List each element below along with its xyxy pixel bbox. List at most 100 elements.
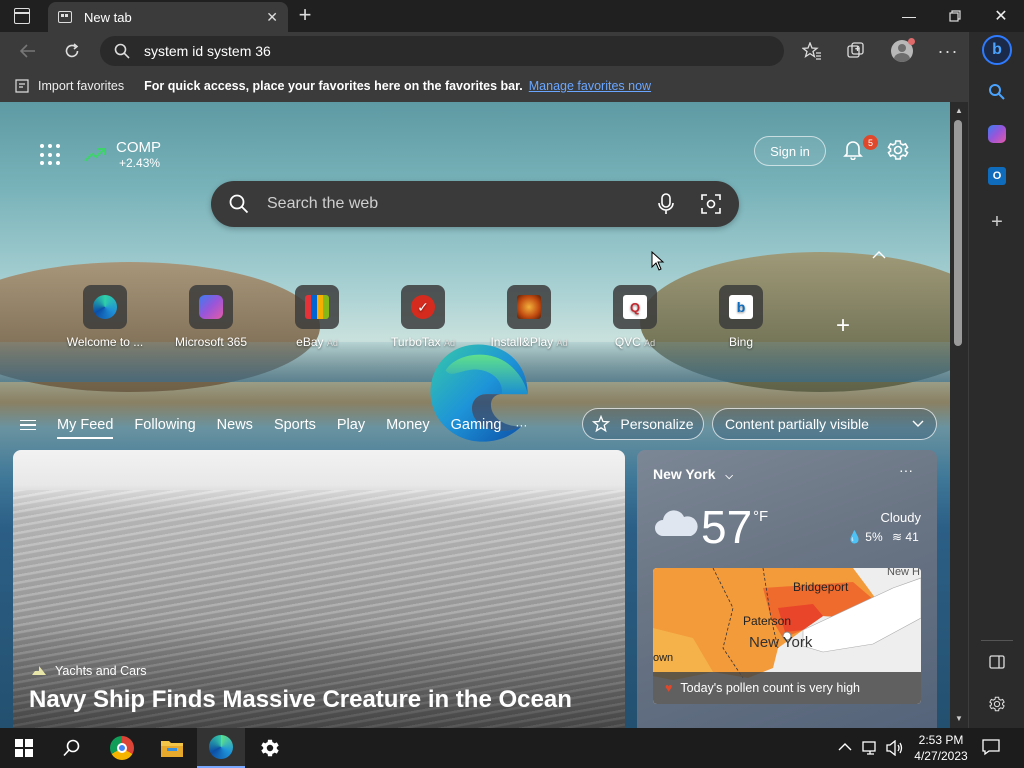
- news-card[interactable]: Yachts and Cars Navy Ship Finds Massive …: [13, 450, 625, 728]
- quick-link-tile: [189, 285, 233, 329]
- quick-link-tile: [295, 285, 339, 329]
- weather-more-options-icon[interactable]: ···: [899, 462, 913, 478]
- news-headline[interactable]: Navy Ship Finds Massive Creature in the …: [29, 686, 572, 714]
- map-label-new-h: New H: [887, 568, 921, 578]
- ebay-bag-icon: [305, 295, 329, 319]
- weather-precip: 5%: [865, 530, 883, 544]
- map-label-bridgeport: Bridgeport: [793, 580, 849, 594]
- import-favorites-button[interactable]: Import favorites: [14, 79, 124, 93]
- microphone-icon[interactable]: [657, 193, 675, 215]
- start-button[interactable]: [0, 728, 48, 768]
- ad-label: Ad: [644, 338, 656, 348]
- manage-favorites-link[interactable]: Manage favorites now: [529, 79, 651, 93]
- import-favorites-label: Import favorites: [38, 79, 125, 93]
- quick-link-tile: [83, 285, 127, 329]
- show-hidden-icons-icon[interactable]: [838, 739, 852, 757]
- add-sidebar-app-icon[interactable]: +: [981, 206, 1013, 238]
- nav-following[interactable]: Following: [134, 417, 195, 433]
- nav-my-feed[interactable]: My Feed: [57, 417, 114, 439]
- microsoft-365-icon[interactable]: [981, 118, 1013, 150]
- file-explorer-taskbar-icon[interactable]: [148, 728, 196, 768]
- stock-change: +2.43%: [119, 155, 161, 170]
- nav-gaming[interactable]: Gaming: [451, 417, 502, 433]
- install-play-game-icon: [517, 295, 541, 319]
- system-clock[interactable]: 2:53 PM 4/27/2023: [910, 732, 972, 764]
- nav-more[interactable]: ···: [515, 418, 527, 432]
- stock-ticker[interactable]: COMP +2.43%: [116, 139, 161, 170]
- volume-icon[interactable]: [886, 739, 904, 761]
- more-menu-icon[interactable]: ···: [932, 35, 964, 67]
- quick-link-label: eBay: [296, 335, 324, 349]
- visual-search-icon[interactable]: [701, 194, 721, 214]
- quick-link[interactable]: eBay Ad: [267, 285, 367, 349]
- collections-icon[interactable]: [840, 35, 872, 67]
- import-icon: [15, 79, 29, 93]
- quick-link[interactable]: Welcome to ...: [55, 285, 155, 349]
- refresh-button[interactable]: [56, 35, 88, 67]
- quick-link-tile: Q: [613, 285, 657, 329]
- quick-link[interactable]: b Bing: [691, 285, 791, 349]
- apps-launcher-icon[interactable]: [40, 143, 62, 166]
- new-tab-button[interactable]: +: [294, 4, 316, 26]
- chrome-taskbar-icon[interactable]: [98, 728, 146, 768]
- scroll-down-arrow-icon[interactable]: ▼: [955, 714, 963, 723]
- hide-sidebar-icon[interactable]: [981, 646, 1013, 678]
- settings-taskbar-icon[interactable]: [246, 728, 294, 768]
- sidebar-search-icon[interactable]: [981, 76, 1013, 108]
- favorites-star-icon[interactable]: [796, 35, 828, 67]
- back-button[interactable]: [12, 35, 44, 67]
- quick-link[interactable]: Microsoft 365: [161, 285, 261, 349]
- network-icon[interactable]: [862, 740, 880, 761]
- new-tab-icon: [58, 11, 72, 23]
- weather-card[interactable]: New York ⌵ ··· 57 °F Cloudy 💧 5% ≋ 41 Br…: [637, 450, 937, 728]
- quick-link[interactable]: Q QVC Ad: [585, 285, 685, 349]
- nav-news[interactable]: News: [217, 417, 253, 433]
- sign-in-button[interactable]: Sign in: [754, 136, 826, 166]
- scrollbar-thumb[interactable]: [954, 120, 962, 346]
- close-window-button[interactable]: ✕: [978, 0, 1024, 32]
- nav-sports[interactable]: Sports: [274, 417, 316, 433]
- web-search-input[interactable]: [267, 195, 647, 213]
- weather-city[interactable]: New York ⌵: [653, 466, 733, 482]
- edge-taskbar-icon[interactable]: [197, 728, 245, 768]
- collapse-quick-links-icon[interactable]: [872, 246, 886, 264]
- notification-center-icon[interactable]: [982, 738, 1000, 761]
- scroll-up-arrow-icon[interactable]: ▲: [955, 106, 963, 115]
- outlook-icon[interactable]: O: [981, 160, 1013, 192]
- personalize-button[interactable]: Personalize: [582, 408, 704, 440]
- minimize-button[interactable]: —: [886, 0, 932, 32]
- restore-button[interactable]: [932, 0, 978, 32]
- edge-logo-icon: [93, 295, 117, 319]
- pollen-alert[interactable]: ♥ Today's pollen count is very high: [653, 672, 921, 704]
- tab-actions-icon[interactable]: [14, 8, 30, 24]
- profile-avatar[interactable]: [886, 35, 918, 67]
- close-tab-icon[interactable]: ✕: [266, 9, 278, 26]
- quick-link-label: Welcome to ...: [66, 335, 144, 349]
- quick-link-tile: [507, 285, 551, 329]
- weather-condition: Cloudy: [880, 510, 921, 525]
- bing-chat-icon[interactable]: b: [981, 34, 1013, 66]
- stock-trend-up-icon: [84, 147, 105, 162]
- page-settings-icon[interactable]: [886, 138, 910, 167]
- search-icon: [114, 43, 130, 59]
- address-bar[interactable]: system id system 36: [100, 36, 784, 66]
- sidebar-settings-icon[interactable]: [981, 688, 1013, 720]
- microsoft-365-icon: [199, 295, 223, 319]
- nav-money[interactable]: Money: [386, 417, 430, 433]
- content-visibility-dropdown[interactable]: Content partially visible: [712, 408, 937, 440]
- quick-link-tile: ✓: [401, 285, 445, 329]
- web-search-box[interactable]: [211, 181, 739, 227]
- chevron-down-icon: ⌵: [725, 471, 733, 482]
- weather-map[interactable]: Bridgeport Paterson New York own New H ♥…: [653, 568, 921, 704]
- personalize-label: Personalize: [620, 416, 694, 432]
- feed-menu-icon[interactable]: [20, 417, 36, 434]
- nav-play[interactable]: Play: [337, 417, 365, 433]
- weather-city-label: New York: [653, 466, 716, 482]
- notifications-bell-icon[interactable]: [842, 138, 864, 165]
- add-quick-link-button[interactable]: +: [836, 312, 850, 340]
- turbotax-check-icon: ✓: [411, 295, 435, 319]
- taskbar-search-button[interactable]: [48, 728, 96, 768]
- qvc-logo-icon: Q: [623, 295, 647, 319]
- tab-new-tab[interactable]: New tab ✕: [48, 2, 288, 32]
- windows-logo-icon: [15, 739, 33, 757]
